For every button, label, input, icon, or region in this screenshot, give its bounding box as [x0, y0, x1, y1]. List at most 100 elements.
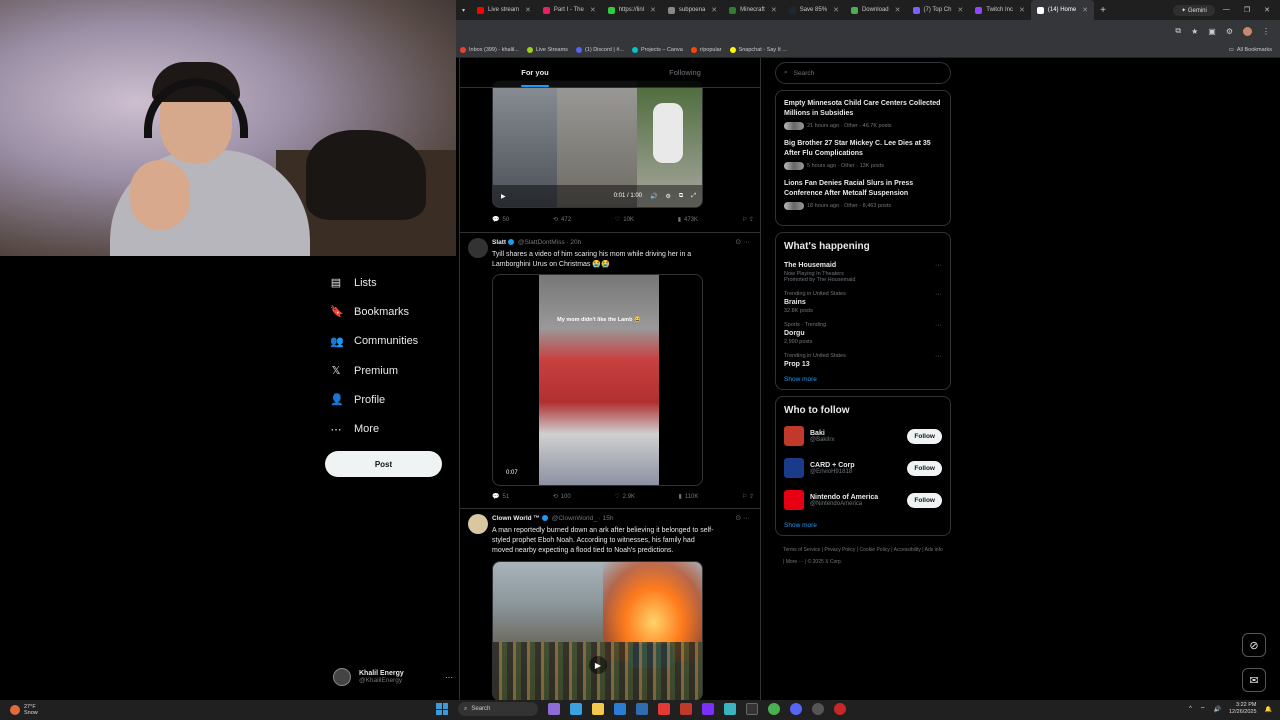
footer-link[interactable]: Cookie Policy [860, 547, 890, 553]
notification-icon[interactable]: 🔔 [1265, 706, 1272, 713]
footer-link[interactable]: More ··· [786, 559, 804, 565]
trend-item[interactable]: Trending in United States Prop 13 ··· [784, 353, 942, 368]
search-input[interactable]: ⌕ Search [775, 62, 951, 84]
messages-icon[interactable]: ✉ [1242, 668, 1266, 692]
profile-avatar-icon[interactable] [1243, 26, 1252, 36]
terminal-icon[interactable] [746, 703, 758, 715]
timeline-feed[interactable]: For you Following ▶ 0:01 / 1:00 🔊 ⚙ ⧉ ⤢ … [459, 58, 761, 700]
nav-item-lists[interactable]: ▤ Lists [330, 268, 460, 297]
trend-item[interactable]: Trending in United States Brains 32.8K pos… [784, 291, 942, 314]
volume-icon[interactable]: 🔊 [650, 193, 657, 200]
tab-close-icon[interactable]: ✕ [711, 6, 717, 14]
edge-icon[interactable] [614, 703, 626, 715]
nav-item-profile[interactable]: 👤 Profile [330, 385, 460, 414]
all-bookmarks[interactable]: ▭ All Bookmarks [1229, 47, 1272, 53]
copilot-icon[interactable] [548, 703, 560, 715]
footer-link[interactable]: Accessibility [894, 547, 921, 553]
chrome-menu-icon[interactable]: ⋮ [1262, 27, 1270, 36]
app-teal-icon[interactable] [724, 703, 736, 715]
bookmark-item[interactable]: Snapchat - Say It ... [729, 46, 787, 53]
browser-tab[interactable]: https://linl ✕ [602, 0, 662, 20]
browser-tab[interactable]: (7) Top Ch ✕ [907, 0, 970, 20]
tweet-time[interactable]: 15h [603, 515, 614, 522]
browser-tab[interactable]: Part I - The ✕ [537, 0, 602, 20]
obs-icon[interactable] [834, 703, 846, 715]
browser-tab[interactable]: (14) Home ✕ [1030, 0, 1095, 20]
news-item[interactable]: Empty Minnesota Child Care Centers Colle… [784, 99, 942, 130]
new-tab-button[interactable]: + [1094, 5, 1112, 16]
trend-item[interactable]: The Housemaid Now Playing In Theaters Prom… [784, 262, 942, 283]
news-item[interactable]: Big Brother 27 Star Mickey C. Lee Dies a… [784, 139, 942, 170]
app-red-icon[interactable] [658, 703, 670, 715]
grok-icon[interactable]: ⊘ [1242, 633, 1266, 657]
footer-link[interactable]: Ads info [925, 547, 943, 553]
tweet-video[interactable]: My mom didn't like the Lamb 😅 0:07 [492, 274, 703, 486]
extensions-icon[interactable]: ⚙ [1226, 27, 1233, 36]
bookmark-item[interactable]: (1) Discord | #... [575, 46, 624, 53]
tab-for-you[interactable]: For you [460, 58, 610, 87]
tweet-handle[interactable]: @SlattDontMiss [518, 239, 565, 246]
tweet-author-name[interactable]: Slatt [492, 239, 506, 246]
follow-suggestion[interactable]: Nintendo of America @NintendoAmerica Follo… [784, 490, 942, 510]
trend-more-icon[interactable]: ··· [935, 291, 942, 298]
footer-link[interactable]: © 2025 X Corp. [808, 559, 843, 565]
star-icon[interactable]: ★ [1191, 27, 1198, 36]
bookmark-item[interactable]: Inbox (399) - khalil... [460, 46, 519, 53]
clock[interactable]: 3:22 PM 12/26/2025 [1229, 702, 1257, 716]
nav-item-premium[interactable]: 𝕏 Premium [330, 356, 460, 385]
browser-tab[interactable]: subpoena ✕ [662, 0, 723, 20]
restore-icon[interactable]: ❐ [1244, 6, 1250, 14]
nav-item-bookmarks[interactable]: 🔖 Bookmarks [330, 297, 460, 326]
app-purple-icon[interactable] [702, 703, 714, 715]
like-button[interactable]: ♡ 2.9K [614, 493, 635, 501]
settings-icon[interactable] [812, 703, 824, 715]
bookmark-tweet-button[interactable]: ⚐ ⇪ [742, 493, 754, 500]
tab-close-icon[interactable]: ✕ [957, 6, 963, 14]
settings-icon[interactable]: ⚙ [666, 193, 671, 200]
play-icon[interactable]: ▶ [501, 193, 506, 200]
tab-close-icon[interactable]: ✕ [1082, 6, 1088, 14]
repost-button[interactable]: ⟲ 100 [553, 493, 571, 501]
follow-button[interactable]: Follow [907, 460, 942, 476]
top-video[interactable]: ▶ 0:01 / 1:00 🔊 ⚙ ⧉ ⤢ [492, 80, 703, 208]
bookmark-item[interactable]: r/popular [690, 46, 722, 53]
browser-tab[interactable]: Twitch Inc ✕ [969, 0, 1031, 20]
browser-tab[interactable]: Save 85% ✕ [783, 0, 845, 20]
tab-close-icon[interactable]: ✕ [525, 6, 531, 14]
windows-start-icon[interactable] [436, 703, 448, 715]
store-icon[interactable] [636, 703, 648, 715]
network-icon[interactable]: ⌔ [1200, 705, 1206, 713]
discord-icon[interactable] [790, 703, 802, 715]
browser-tab[interactable]: Download ✕ [845, 0, 907, 20]
repost-button[interactable]: ⟲ 472 [553, 216, 571, 224]
trend-more-icon[interactable]: ··· [935, 353, 942, 360]
news-item[interactable]: Lions Fan Denies Racial Slurs in Press C… [784, 179, 942, 210]
taskbar-search[interactable]: ⌕ Search [458, 702, 538, 716]
views-button[interactable]: ▮ 110K [679, 493, 699, 501]
footer-link[interactable]: Terms of Service [783, 547, 820, 553]
bookmark-item[interactable]: Live Streams [526, 46, 568, 53]
reply-button[interactable]: 💬 50 [492, 216, 509, 224]
trend-more-icon[interactable]: ··· [935, 322, 942, 329]
fullscreen-icon[interactable]: ⤢ [691, 193, 696, 200]
trend-more-icon[interactable]: ··· [935, 262, 942, 269]
tab-close-icon[interactable]: ✕ [650, 6, 656, 14]
trend-item[interactable]: Sports · Trending Dorgu 2,990 posts ··· [784, 322, 942, 345]
nav-item-more[interactable]: ⋯ More [330, 414, 460, 443]
play-icon[interactable]: ▶ [589, 656, 607, 674]
task-view-icon[interactable] [570, 703, 582, 715]
nav-item-communities[interactable]: 👥 Communities [330, 327, 460, 356]
follow-button[interactable]: Follow [907, 428, 942, 444]
post-button[interactable]: Post [325, 451, 442, 477]
install-app-icon[interactable]: ⧉ [1175, 26, 1181, 36]
tab-following[interactable]: Following [610, 58, 760, 87]
weather-widget[interactable]: 27°F Snow [0, 704, 38, 716]
browser-tab[interactable]: Minecraft ✕ [723, 0, 783, 20]
tweet-more-icon[interactable]: ⊙ ··· [735, 238, 750, 246]
minimize-icon[interactable]: — [1223, 6, 1230, 14]
tweet-video[interactable]: ▶ [492, 561, 703, 700]
tab-close-icon[interactable]: ✕ [771, 6, 777, 14]
reply-button[interactable]: 💬 51 [492, 493, 509, 501]
views-button[interactable]: ▮ 473K [678, 216, 698, 224]
tab-search-icon[interactable]: ▾ [456, 0, 471, 20]
